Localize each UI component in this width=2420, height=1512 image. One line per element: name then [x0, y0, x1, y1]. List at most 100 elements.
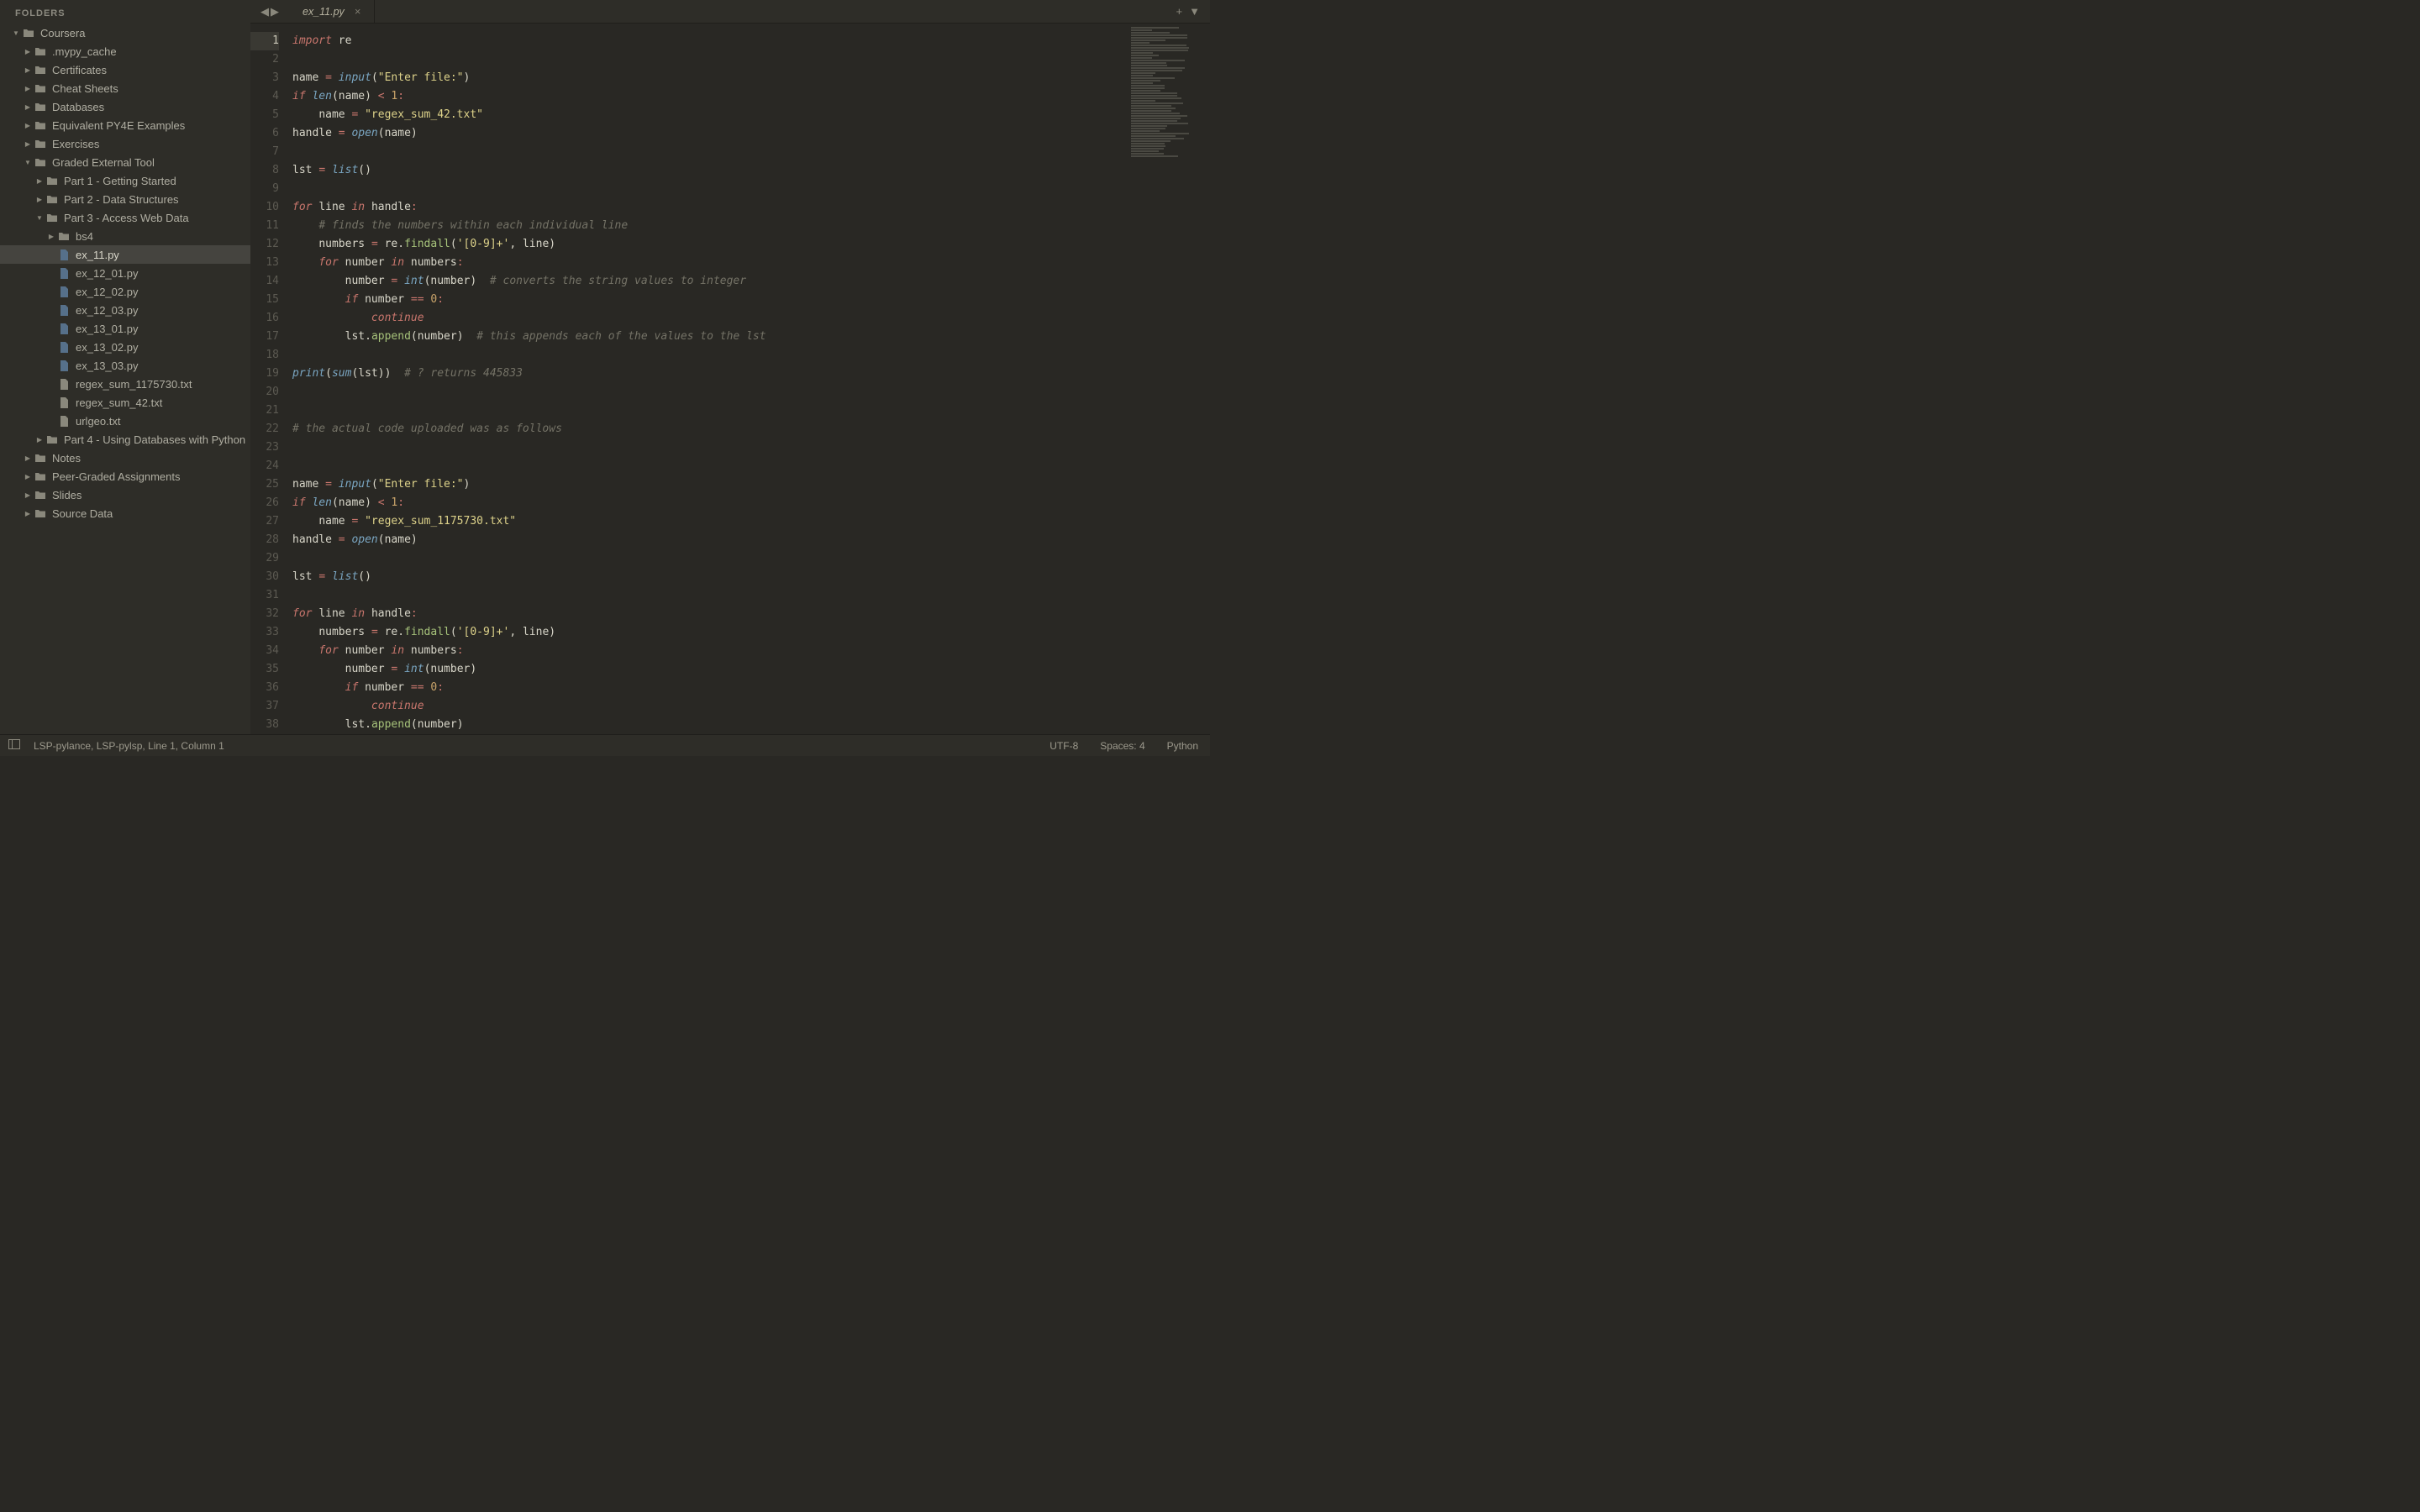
- new-tab-icon[interactable]: +: [1176, 5, 1183, 18]
- code-line[interactable]: print(sum(lst)) # ? returns 445833: [292, 365, 1131, 383]
- disclosure-icon[interactable]: [35, 213, 44, 223]
- code-line[interactable]: [292, 457, 1131, 475]
- code-line[interactable]: for line in handle:: [292, 198, 1131, 217]
- tab-close-icon[interactable]: ×: [355, 5, 361, 18]
- disclosure-icon[interactable]: [24, 454, 32, 463]
- code-line[interactable]: if number == 0:: [292, 291, 1131, 309]
- code-line[interactable]: for number in numbers:: [292, 642, 1131, 660]
- code-line[interactable]: [292, 383, 1131, 402]
- folder-row[interactable]: Cheat Sheets: [0, 79, 250, 97]
- code-line[interactable]: [292, 346, 1131, 365]
- code-line[interactable]: number = int(number) # converts the stri…: [292, 272, 1131, 291]
- disclosure-icon[interactable]: [24, 102, 32, 112]
- file-row[interactable]: ex_13_01.py: [0, 319, 250, 338]
- folder-row[interactable]: Graded External Tool: [0, 153, 250, 171]
- code-line[interactable]: import re: [292, 32, 1131, 50]
- disclosure-icon[interactable]: [24, 491, 32, 500]
- folder-row[interactable]: Databases: [0, 97, 250, 116]
- disclosure-icon[interactable]: [35, 195, 44, 204]
- folder-row[interactable]: Peer-Graded Assignments: [0, 467, 250, 486]
- code-line[interactable]: handle = open(name): [292, 124, 1131, 143]
- disclosure-icon[interactable]: [35, 435, 44, 444]
- folder-row[interactable]: Exercises: [0, 134, 250, 153]
- code-line[interactable]: lst = list(): [292, 161, 1131, 180]
- code-line[interactable]: if len(name) < 1:: [292, 87, 1131, 106]
- disclosure-icon[interactable]: [24, 509, 32, 518]
- code-line[interactable]: [292, 438, 1131, 457]
- code-area[interactable]: import re name = input("Enter file:")if …: [287, 24, 1131, 734]
- file-row[interactable]: ex_12_02.py: [0, 282, 250, 301]
- file-row[interactable]: ex_11.py: [0, 245, 250, 264]
- file-icon: [57, 396, 71, 408]
- folder-row[interactable]: Part 1 - Getting Started: [0, 171, 250, 190]
- editor[interactable]: 1234567891011121314151617181920212223242…: [250, 24, 1210, 734]
- code-line[interactable]: for line in handle:: [292, 605, 1131, 623]
- disclosure-icon[interactable]: [24, 84, 32, 93]
- folder-row[interactable]: Certificates: [0, 60, 250, 79]
- nav-back-icon[interactable]: ◀: [260, 5, 269, 18]
- file-row[interactable]: ex_13_02.py: [0, 338, 250, 356]
- folder-row[interactable]: Source Data: [0, 504, 250, 522]
- file-row[interactable]: regex_sum_42.txt: [0, 393, 250, 412]
- folder-row[interactable]: Part 2 - Data Structures: [0, 190, 250, 208]
- code-line[interactable]: # the actual code uploaded was as follow…: [292, 420, 1131, 438]
- status-left[interactable]: LSP-pylance, LSP-pylsp, Line 1, Column 1: [34, 740, 224, 752]
- disclosure-icon[interactable]: [24, 66, 32, 75]
- minimap[interactable]: [1131, 24, 1210, 734]
- disclosure-icon[interactable]: [24, 139, 32, 149]
- disclosure-icon[interactable]: [24, 47, 32, 56]
- code-line[interactable]: number = int(number): [292, 660, 1131, 679]
- tab-menu-icon[interactable]: ▼: [1189, 5, 1200, 18]
- code-line[interactable]: handle = open(name): [292, 531, 1131, 549]
- nav-forward-icon[interactable]: ▶: [271, 5, 279, 18]
- status-language[interactable]: Python: [1167, 740, 1198, 752]
- code-line[interactable]: if len(name) < 1:: [292, 494, 1131, 512]
- status-encoding[interactable]: UTF-8: [1050, 740, 1078, 752]
- disclosure-icon[interactable]: [24, 121, 32, 130]
- code-line[interactable]: lst = list(): [292, 568, 1131, 586]
- folder-row[interactable]: .mypy_cache: [0, 42, 250, 60]
- file-row[interactable]: urlgeo.txt: [0, 412, 250, 430]
- code-line[interactable]: if number == 0:: [292, 679, 1131, 697]
- disclosure-icon[interactable]: [47, 232, 55, 241]
- folder-icon: [45, 175, 59, 186]
- code-line[interactable]: name = "regex_sum_42.txt": [292, 106, 1131, 124]
- file-row[interactable]: ex_12_03.py: [0, 301, 250, 319]
- minimap-line: [1131, 70, 1182, 71]
- code-line[interactable]: numbers = re.findall('[0-9]+', line): [292, 623, 1131, 642]
- code-line[interactable]: continue: [292, 697, 1131, 716]
- folder-row[interactable]: Equivalent PY4E Examples: [0, 116, 250, 134]
- file-row[interactable]: ex_12_01.py: [0, 264, 250, 282]
- code-line[interactable]: numbers = re.findall('[0-9]+', line): [292, 235, 1131, 254]
- status-indent[interactable]: Spaces: 4: [1100, 740, 1144, 752]
- disclosure-icon[interactable]: [35, 176, 44, 186]
- disclosure-icon[interactable]: [24, 472, 32, 481]
- code-line[interactable]: # finds the numbers within each individu…: [292, 217, 1131, 235]
- code-line[interactable]: name = "regex_sum_1175730.txt": [292, 512, 1131, 531]
- code-line[interactable]: name = input("Enter file:"): [292, 69, 1131, 87]
- code-line[interactable]: [292, 50, 1131, 69]
- folder-row[interactable]: bs4: [0, 227, 250, 245]
- folder-row[interactable]: Part 3 - Access Web Data: [0, 208, 250, 227]
- code-line[interactable]: [292, 180, 1131, 198]
- disclosure-icon[interactable]: [24, 158, 32, 167]
- file-row[interactable]: ex_13_03.py: [0, 356, 250, 375]
- code-line[interactable]: [292, 143, 1131, 161]
- tab-active[interactable]: ex_11.py ×: [289, 0, 375, 23]
- code-line[interactable]: name = input("Enter file:"): [292, 475, 1131, 494]
- file-row[interactable]: regex_sum_1175730.txt: [0, 375, 250, 393]
- code-line[interactable]: lst.append(number) # this appends each o…: [292, 328, 1131, 346]
- panel-toggle-icon[interactable]: [8, 739, 20, 752]
- folder-row[interactable]: Coursera: [0, 24, 250, 42]
- folder-row[interactable]: Part 4 - Using Databases with Python: [0, 430, 250, 449]
- code-line[interactable]: continue: [292, 309, 1131, 328]
- code-line[interactable]: [292, 549, 1131, 568]
- folder-row[interactable]: Slides: [0, 486, 250, 504]
- sidebar: FOLDERS Coursera.mypy_cacheCertificatesC…: [0, 0, 250, 734]
- folder-row[interactable]: Notes: [0, 449, 250, 467]
- code-line[interactable]: [292, 402, 1131, 420]
- disclosure-icon[interactable]: [12, 29, 20, 38]
- code-line[interactable]: lst.append(number): [292, 716, 1131, 734]
- code-line[interactable]: for number in numbers:: [292, 254, 1131, 272]
- code-line[interactable]: [292, 586, 1131, 605]
